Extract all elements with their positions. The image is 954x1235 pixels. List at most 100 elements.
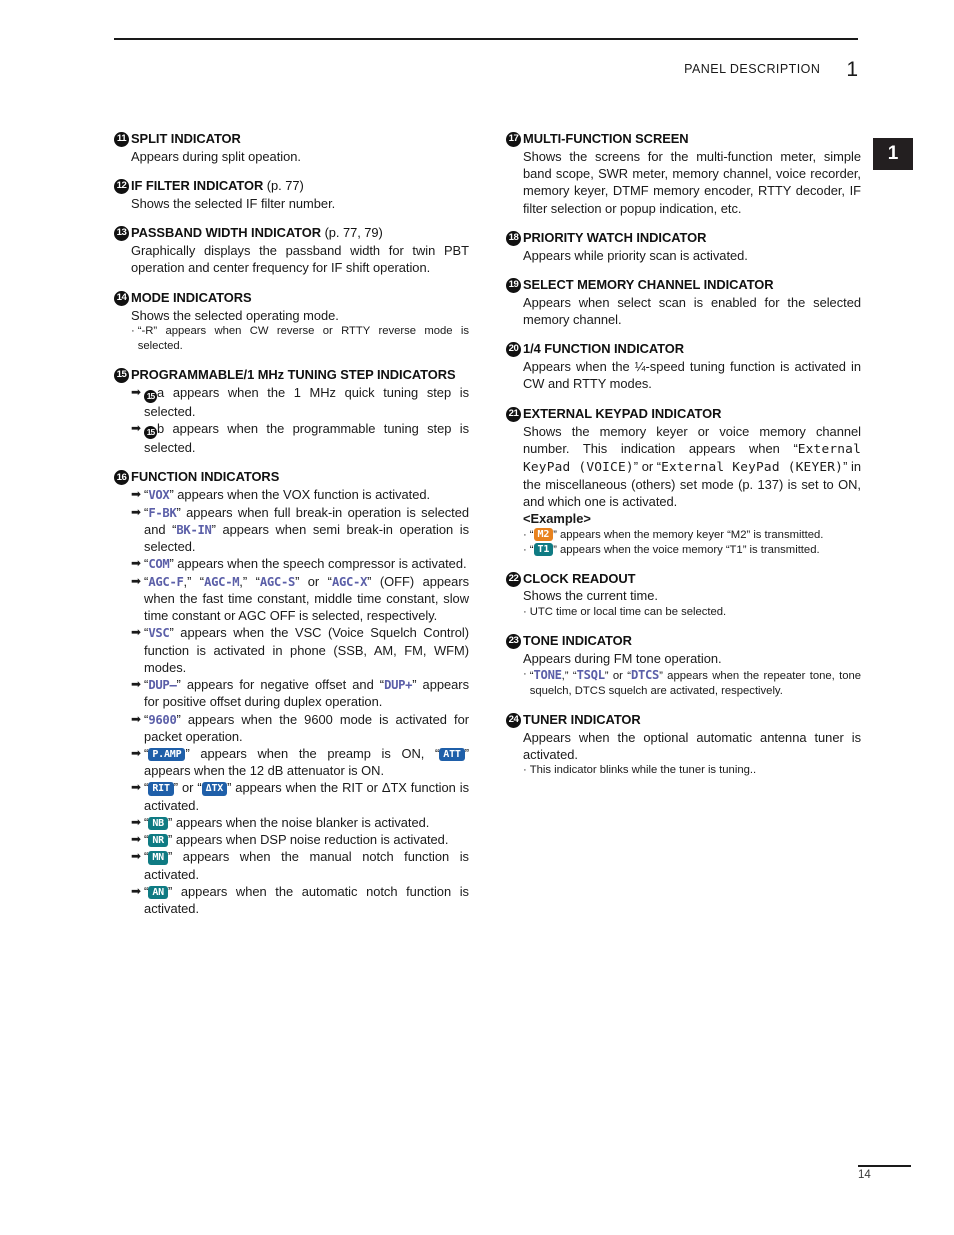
section-number-13: 13 [114, 226, 129, 242]
indicator-badge-nb: NB [148, 816, 168, 831]
arrow-item: ➡ 15 b appears when the programmable tunin… [131, 420, 469, 456]
section-body: Appears during FM tone operation. [523, 650, 722, 666]
indicator-badge-mn: MN [148, 851, 168, 865]
arrow-item: ➡ “VOX” appears when the VOX function is … [131, 486, 469, 503]
arrow-item-text: “DUP–” appears for negative offset and “… [144, 677, 470, 710]
section-heading: 13 PASSBAND WIDTH INDICATOR (p. 77, 79) [114, 225, 469, 242]
section-number-21: 21 [506, 406, 521, 422]
section-block-18: 18 PRIORITY WATCH INDICATOR Appears while … [506, 230, 861, 264]
section-body: Appears when the ¼-speed tuning function… [523, 359, 861, 392]
bullet-dot-icon: · [131, 324, 135, 337]
section-block-16: 16 FUNCTION INDICATORS ➡ “VOX” appears when… [114, 469, 469, 917]
section-block-13: 13 PASSBAND WIDTH INDICATOR (p. 77, 79) Gr… [114, 225, 469, 276]
section-note: · This indicator blinks while the tuner i… [523, 763, 861, 778]
bullet-dot-icon: · [523, 528, 527, 541]
header-chapter-number: 1 [846, 58, 858, 81]
section-number-23: 23 [506, 633, 521, 649]
section-number-15: 15 [114, 367, 129, 383]
indicator-badge-nr: NR [148, 834, 168, 848]
arrow-bullet-icon: ➡ [131, 883, 142, 898]
section-number-18: 18 [506, 230, 521, 246]
section-heading: 24 TUNER INDICATOR [506, 712, 861, 729]
section-number-12: 12 [114, 179, 129, 195]
section-number-20: 20 [506, 342, 521, 358]
section-number-11: 11 [114, 132, 129, 147]
arrow-item: ➡ “9600” appears when the 9600 mode is ac… [131, 711, 469, 746]
section-title: IF FILTER INDICATOR (p. 77) [131, 178, 304, 194]
example-item: · “M2” appears when the memory keyer “M2”… [523, 527, 861, 543]
section-title: TUNER INDICATOR [523, 711, 641, 727]
section-body: Appears during split opeation. [131, 148, 301, 164]
arrow-item: ➡ “VSC” appears when the VSC (Voice Squel… [131, 624, 469, 676]
footer-rule [858, 1165, 911, 1167]
section-body: Appears when the optional automatic ante… [523, 729, 861, 762]
lcd-indicator-text: AGC-X [331, 574, 368, 589]
section-title-page-ref: (p. 77, 79) [324, 225, 383, 241]
arrow-bullet-icon: ➡ [131, 849, 142, 864]
indicator-badge-att: ATT [439, 748, 465, 762]
arrow-item: ➡ “DUP–” appears for negative offset and … [131, 676, 469, 711]
arrow-bullet-icon: ➡ [131, 487, 142, 502]
arrow-bullet-icon: ➡ [131, 814, 142, 829]
arrow-bullet-icon: ➡ [131, 420, 142, 435]
section-note: · UTC time or local time can be selected. [523, 605, 861, 620]
section-heading: 16 FUNCTION INDICATORS [114, 469, 469, 486]
indicator-badge-an: AN [148, 885, 168, 899]
arrow-bullet-icon: ➡ [131, 711, 142, 726]
arrow-item-text: “NR” appears when DSP noise reduction is… [144, 832, 449, 848]
section-note-text: This indicator blinks while the tuner is… [529, 764, 757, 777]
arrow-item-text: “AN” appears when the automatic notch fu… [144, 883, 469, 916]
section-body: Appears while priority scan is activated… [523, 247, 748, 263]
lcd-indicator-text: AGC-M [204, 574, 240, 589]
chapter-tab: 1 [873, 138, 913, 170]
section-body: Shows the current time. [523, 588, 658, 604]
section-block-23: 23 TONE INDICATOR Appears during FM tone o… [506, 633, 861, 699]
indicator-badge-m2: M2 [533, 527, 554, 541]
section-heading: 19 SELECT MEMORY CHANNEL INDICATOR [506, 277, 861, 294]
section-heading: 12 IF FILTER INDICATOR (p. 77) [114, 178, 469, 195]
inline-section-number-15: 15 [144, 389, 158, 403]
indicator-badge-rit: RIT [148, 782, 174, 796]
section-number-16: 16 [114, 470, 129, 486]
indicator-badge--tx: ΔTX [201, 782, 228, 796]
section-heading: 21 EXTERNAL KEYPAD INDICATOR [506, 406, 861, 423]
arrow-bullet-icon: ➡ [131, 780, 142, 795]
inline-section-number-15: 15 [144, 426, 158, 440]
arrow-item-text: “P.AMP” appears when the preamp is ON, “… [144, 746, 469, 779]
section-number-22: 22 [506, 571, 521, 587]
arrow-bullet-icon: ➡ [131, 625, 142, 640]
section-number-24: 24 [506, 712, 521, 728]
footer-page-number: 14 [858, 1169, 871, 1181]
section-note: · “-R” appears when CW reverse or RTTY re… [131, 324, 469, 354]
lcd-indicator-text: VOX [148, 488, 170, 503]
section-title: PRIORITY WATCH INDICATOR [523, 229, 707, 245]
arrow-bullet-icon: ➡ [131, 384, 142, 399]
lcd-indicator-text: AGC-S [259, 574, 296, 589]
right-column: 17 MULTI-FUNCTION SCREEN Shows the screens… [506, 131, 861, 917]
section-title: SELECT MEMORY CHANNEL INDICATOR [523, 276, 774, 292]
lcd-indicator-text: AGC-F [148, 574, 184, 589]
arrow-item: ➡ “AGC-F,” “AGC-M,” “AGC-S” or “AGC-X” (O… [131, 573, 469, 625]
section-body: Graphically displays the passband width … [131, 243, 469, 276]
example-text: “T1” appears when the voice memory “T1” … [529, 542, 820, 556]
arrow-bullet-icon: ➡ [131, 677, 142, 691]
left-column: 11 SPLIT INDICATOR Appears during split op… [114, 131, 469, 917]
section-title: PROGRAMMABLE/1 MHz TUNING STEP INDICATOR… [131, 366, 456, 382]
section-body: Appears when select scan is enabled for … [523, 294, 861, 328]
section-title: EXTERNAL KEYPAD INDICATOR [523, 405, 722, 421]
arrow-item-text: “F-BK” appears when full break-in operat… [144, 504, 469, 555]
section-body: Shows the selected operating mode. [131, 307, 339, 323]
bullet-dot-icon: · [523, 764, 527, 777]
section-title: SPLIT INDICATOR [131, 131, 241, 146]
arrow-item: ➡ “F-BK” appears when full break-in opera… [131, 504, 469, 556]
section-heading: 22 CLOCK READOUT [506, 571, 861, 588]
section-number-17: 17 [506, 132, 521, 147]
section-title: FUNCTION INDICATORS [131, 469, 280, 485]
section-number-14: 14 [114, 290, 129, 306]
page-header: PANEL DESCRIPTION 1 [114, 56, 858, 81]
arrow-item: ➡ “AN” appears when the automatic notch f… [131, 883, 469, 917]
example-label: <Example> [523, 511, 591, 527]
arrow-bullet-icon: ➡ [131, 556, 142, 571]
section-title-page-ref: (p. 77) [266, 178, 304, 194]
arrow-bullet-icon: ➡ [131, 746, 142, 760]
